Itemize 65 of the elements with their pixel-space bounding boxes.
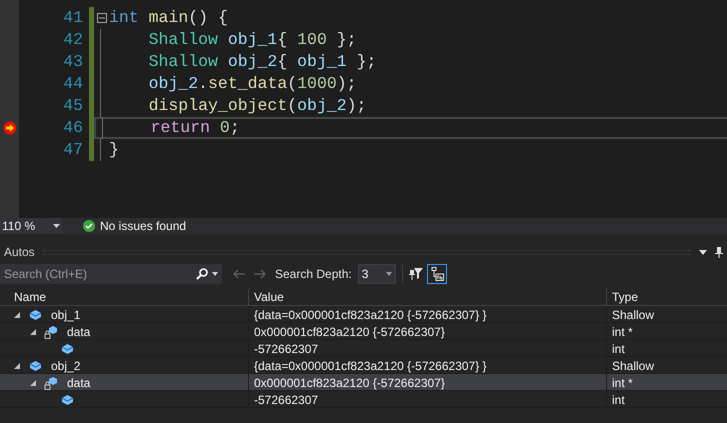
tree-row[interactable]: obj_2 {data=0x000001cf823a2120 {-572662307} } Shallow (0, 357, 727, 374)
check-circle-icon (83, 220, 95, 232)
locked-member-icon (44, 326, 58, 338)
caret-icon (53, 224, 60, 228)
expanded-arrow-icon[interactable] (14, 363, 20, 369)
locked-member-icon (44, 376, 58, 390)
line-number: 45 (63, 95, 83, 117)
code-line: obj_2.set_data(1000); (148, 72, 357, 95)
variable-value: -572662307 (254, 392, 318, 409)
code-line: Shallow obj_2{ obj_1 }; (148, 50, 376, 73)
variable-value: 0x000001cf823a2120 {-572662307} (254, 324, 445, 341)
object-icon (30, 310, 40, 320)
tree-row[interactable]: obj_1 {data=0x000001cf823a2120 {-572662307} } Shallow (0, 306, 727, 323)
expanded-arrow-icon[interactable] (30, 329, 36, 335)
expanded-arrow-icon[interactable] (30, 380, 36, 386)
caret-icon[interactable] (699, 250, 707, 254)
expanded-arrow-icon[interactable] (14, 312, 20, 318)
tree-row[interactable]: data 0x000001cf823a2120 {-572662307} int * (0, 374, 727, 391)
object-icon (62, 395, 72, 405)
variable-name: obj_2 (51, 358, 80, 375)
variable-value: -572662307 (254, 341, 318, 358)
code-line: return 0; (150, 116, 240, 139)
issues-status: No issues found (100, 218, 186, 235)
collapse-icon[interactable] (97, 13, 107, 23)
column-header[interactable]: Name (14, 288, 46, 306)
pin-icon[interactable] (715, 246, 723, 258)
code-line: int main() { (109, 6, 228, 29)
variable-type: Shallow (612, 358, 654, 375)
variable-name: data (67, 375, 90, 392)
panel-title: Autos (4, 244, 35, 261)
search-depth-label: Search Depth: (275, 266, 352, 283)
column-header[interactable]: Value (254, 288, 284, 306)
zoom-dropdown[interactable]: 110 % (0, 218, 62, 234)
variable-value: {data=0x000001cf823a2120 {-572662307} } (254, 307, 487, 324)
line-number: 47 (63, 139, 83, 161)
code-line: display_object(obj_2); (148, 94, 366, 117)
caret-icon (386, 272, 392, 276)
line-number: 46 (63, 117, 83, 139)
variable-type: int * (612, 375, 633, 392)
object-icon (30, 361, 40, 371)
code-line: } (109, 138, 119, 161)
tab-toggle-button[interactable] (426, 264, 447, 284)
line-number: 43 (63, 51, 83, 73)
tree-row[interactable]: -572662307 int (0, 340, 727, 357)
variable-value: 0x000001cf823a2120 {-572662307} (254, 375, 445, 392)
search-icon (196, 268, 208, 280)
variable-value: {data=0x000001cf823a2120 {-572662307} } (254, 358, 487, 375)
column-header[interactable]: Type (612, 288, 638, 306)
variable-type: int (612, 392, 625, 409)
line-number: 41 (63, 7, 83, 29)
line-number: 42 (63, 29, 83, 51)
line-number: 44 (63, 73, 83, 95)
variable-name: data (67, 324, 90, 341)
tab-icon (430, 267, 444, 281)
tree-row[interactable]: data 0x000001cf823a2120 {-572662307} int * (0, 323, 727, 340)
search-depth-dropdown[interactable]: 3 (358, 264, 396, 284)
variable-name: obj_1 (51, 307, 80, 324)
filter-pin-icon[interactable] (408, 268, 423, 280)
object-icon (62, 344, 72, 354)
variable-type: int (612, 341, 625, 358)
tree-row[interactable]: -572662307 int (0, 391, 727, 408)
code-line: Shallow obj_1{ 100 }; (148, 28, 357, 51)
variable-type: int * (612, 324, 633, 341)
variable-type: Shallow (612, 307, 654, 324)
caret-icon[interactable] (212, 272, 218, 276)
